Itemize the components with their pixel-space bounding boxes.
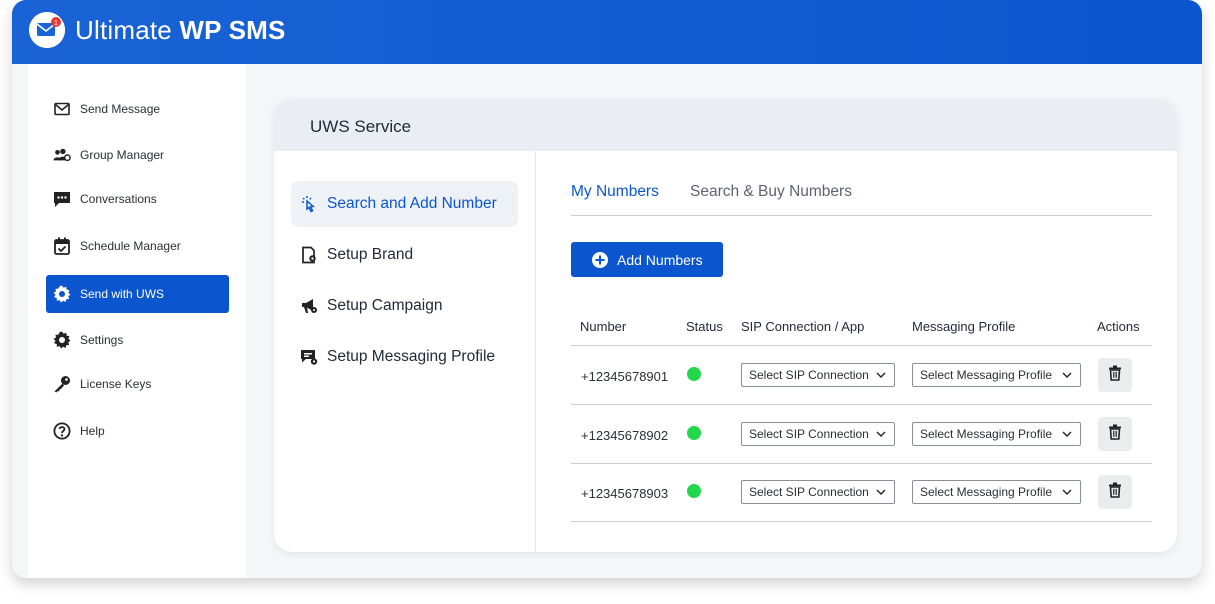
sidebar-item-group-manager[interactable]: Group Manager bbox=[46, 136, 229, 174]
nav-item-label: Setup Campaign bbox=[327, 297, 443, 314]
table-divider bbox=[571, 404, 1152, 405]
column-header-actions: Actions bbox=[1097, 319, 1140, 334]
gear-icon bbox=[53, 285, 71, 303]
messaging-profile-select[interactable]: Select Messaging Profile bbox=[912, 480, 1081, 504]
pointer-icon bbox=[300, 195, 318, 213]
phone-number: +12345678901 bbox=[581, 369, 669, 384]
service-nav: Search and Add Number Setup Brand Setup … bbox=[274, 151, 536, 552]
sidebar-item-label: Settings bbox=[80, 333, 124, 347]
messaging-profile-select[interactable]: Select Messaging Profile bbox=[912, 422, 1081, 446]
numbers-tabs: My Numbers Search & Buy Numbers bbox=[571, 151, 1152, 216]
sidebar-item-label: Send with UWS bbox=[80, 287, 165, 301]
plus-circle-icon bbox=[592, 251, 608, 268]
key-icon bbox=[53, 375, 71, 393]
column-header-messaging-profile: Messaging Profile bbox=[912, 319, 1016, 334]
envelope-icon bbox=[53, 100, 71, 118]
nav-item-setup-brand[interactable]: Setup Brand bbox=[291, 232, 518, 278]
phone-number: +12345678902 bbox=[581, 428, 669, 443]
profile-chat-icon bbox=[300, 348, 318, 366]
chevron-down-icon bbox=[1062, 487, 1072, 497]
sip-connection-select[interactable]: Select SIP Connection bbox=[741, 422, 895, 446]
chevron-down-icon bbox=[876, 370, 886, 380]
logo-icon: 1 bbox=[29, 12, 65, 48]
users-gear-icon bbox=[53, 146, 71, 164]
delete-button[interactable] bbox=[1098, 417, 1132, 451]
chevron-down-icon bbox=[1062, 370, 1072, 380]
nav-item-setup-messaging-profile[interactable]: Setup Messaging Profile bbox=[291, 334, 518, 380]
messaging-profile-select[interactable]: Select Messaging Profile bbox=[912, 363, 1081, 387]
chevron-down-icon bbox=[876, 429, 886, 439]
column-header-status: Status bbox=[686, 319, 723, 334]
calendar-check-icon bbox=[53, 237, 71, 255]
app-window: 1 Ultimate WP SMS Send Message Group Man… bbox=[12, 0, 1202, 578]
delete-button[interactable] bbox=[1098, 358, 1132, 392]
nav-item-label: Setup Brand bbox=[327, 246, 414, 263]
chevron-down-icon bbox=[1062, 429, 1072, 439]
table-divider bbox=[571, 345, 1152, 346]
trash-icon bbox=[1108, 365, 1122, 386]
sidebar-item-send-message[interactable]: Send Message bbox=[46, 90, 229, 128]
nav-item-label: Setup Messaging Profile bbox=[327, 348, 496, 365]
delete-button[interactable] bbox=[1098, 475, 1132, 509]
sidebar-item-license-keys[interactable]: License Keys bbox=[46, 365, 229, 403]
sidebar-item-label: Conversations bbox=[80, 192, 157, 206]
column-header-number: Number bbox=[580, 319, 627, 334]
sidebar-item-help[interactable]: Help bbox=[46, 412, 229, 450]
nav-item-setup-campaign[interactable]: Setup Campaign bbox=[291, 283, 518, 329]
chat-icon bbox=[53, 190, 71, 208]
sidebar-item-label: Send Message bbox=[80, 102, 161, 116]
nav-item-search-and-add-number[interactable]: Search and Add Number bbox=[291, 181, 518, 227]
app-title: Ultimate WP SMS bbox=[75, 15, 286, 45]
table-divider bbox=[571, 521, 1152, 522]
question-icon bbox=[53, 422, 71, 440]
sidebar-item-label: License Keys bbox=[80, 377, 152, 391]
add-numbers-label: Add Numbers bbox=[617, 251, 703, 268]
tab-search-buy-numbers[interactable]: Search & Buy Numbers bbox=[690, 183, 852, 201]
brand-file-icon bbox=[300, 246, 318, 264]
megaphone-icon bbox=[300, 297, 318, 315]
card-header: UWS Service bbox=[274, 99, 1177, 151]
sidebar-item-send-with-uws[interactable]: Send with UWS bbox=[46, 275, 229, 313]
add-numbers-button[interactable]: Add Numbers bbox=[571, 242, 723, 277]
nav-item-label: Search and Add Number bbox=[327, 195, 497, 212]
table-divider bbox=[571, 463, 1152, 464]
sidebar-item-label: Group Manager bbox=[80, 148, 165, 162]
svg-text:1: 1 bbox=[54, 20, 58, 27]
sidebar: Send Message Group Manager Conversations… bbox=[28, 64, 246, 578]
gear-icon bbox=[53, 331, 71, 349]
sip-connection-select[interactable]: Select SIP Connection bbox=[741, 480, 895, 504]
sidebar-item-settings[interactable]: Settings bbox=[46, 321, 229, 359]
phone-number: +12345678903 bbox=[581, 486, 669, 501]
sidebar-item-label: Schedule Manager bbox=[80, 239, 181, 253]
sidebar-item-schedule-manager[interactable]: Schedule Manager bbox=[46, 227, 229, 265]
top-bar: 1 Ultimate WP SMS bbox=[12, 0, 1202, 64]
sidebar-item-conversations[interactable]: Conversations bbox=[46, 180, 229, 218]
column-header-sip-connection: SIP Connection / App bbox=[741, 319, 865, 334]
trash-icon bbox=[1108, 482, 1122, 503]
chevron-down-icon bbox=[876, 487, 886, 497]
sidebar-item-label: Help bbox=[80, 424, 105, 438]
sip-connection-select[interactable]: Select SIP Connection bbox=[741, 363, 895, 387]
uws-service-card: UWS Service Search and Add Number Setup … bbox=[274, 99, 1177, 552]
status-indicator bbox=[687, 484, 701, 498]
status-indicator bbox=[687, 367, 701, 381]
status-indicator bbox=[687, 426, 701, 440]
trash-icon bbox=[1108, 424, 1122, 445]
tab-my-numbers[interactable]: My Numbers bbox=[571, 183, 659, 201]
card-title: UWS Service bbox=[310, 117, 412, 136]
